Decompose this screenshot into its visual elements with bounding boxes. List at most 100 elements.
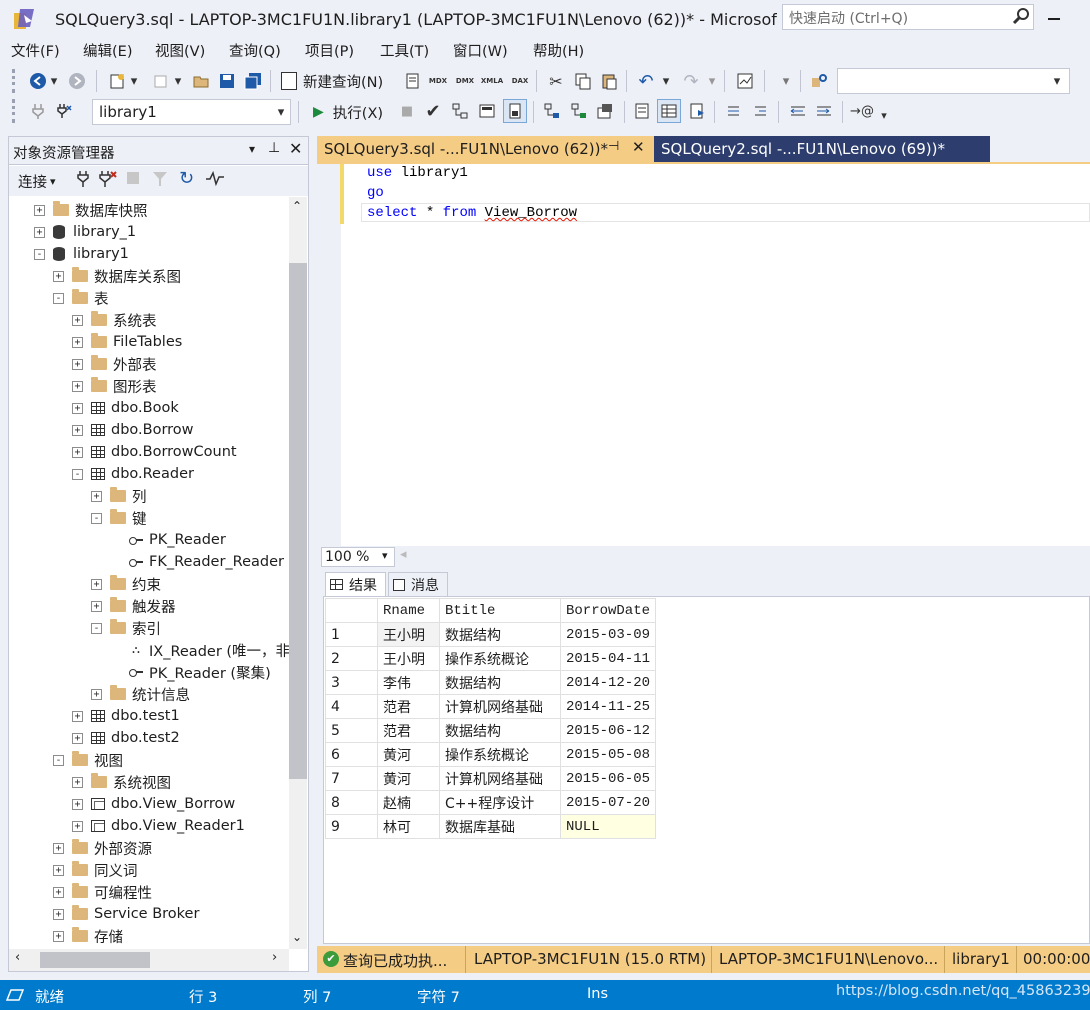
connect-icon[interactable] bbox=[27, 100, 49, 122]
row-number-cell[interactable]: 6 bbox=[325, 742, 378, 767]
results-to-text-icon[interactable] bbox=[631, 100, 653, 122]
tree-node[interactable]: -表 bbox=[53, 287, 109, 309]
menu-edit[interactable]: 编辑(E) bbox=[83, 40, 132, 61]
tree-node[interactable]: + dbo.test2 bbox=[72, 727, 180, 749]
tree-node[interactable]: + 外部表 bbox=[72, 353, 157, 375]
grid-cell[interactable]: 计算机网络基础 bbox=[439, 766, 561, 791]
tree-node[interactable]: PK_Reader bbox=[110, 529, 226, 551]
copy-icon[interactable] bbox=[572, 70, 594, 92]
collapse-icon[interactable]: - bbox=[91, 622, 102, 634]
tree-node[interactable]: + 数据库关系图 bbox=[53, 265, 181, 287]
dax-query-icon[interactable]: DAX bbox=[509, 70, 531, 92]
tree-node[interactable]: FK_Reader_Reader bbox=[110, 551, 284, 573]
tree-node[interactable]: + 存储 bbox=[53, 925, 123, 947]
row-number-cell[interactable]: 7 bbox=[325, 766, 378, 791]
scroll-down-icon[interactable]: ⌄ bbox=[292, 930, 302, 944]
back-icon[interactable] bbox=[27, 70, 49, 92]
cut-icon[interactable]: ✂ bbox=[545, 70, 567, 92]
grid-cell[interactable]: 数据结构 bbox=[439, 670, 561, 695]
grid-cell[interactable]: 2015-04-11 bbox=[559, 646, 657, 671]
grid-cell[interactable]: 2015-06-12 bbox=[559, 718, 657, 743]
zoom-select[interactable]: 100 % ▾ bbox=[321, 547, 395, 567]
tree-node[interactable]: + 系统视图 bbox=[72, 771, 171, 793]
scroll-right-icon[interactable]: › bbox=[272, 950, 277, 965]
query-options-icon[interactable] bbox=[476, 100, 498, 122]
pin-icon[interactable]: ⊥ bbox=[268, 140, 280, 156]
tree-node[interactable]: + dbo.Book bbox=[72, 397, 179, 419]
new-project-dropdown-icon[interactable]: ▾ bbox=[128, 70, 140, 92]
redo-dropdown-icon[interactable]: ▾ bbox=[706, 70, 718, 92]
xmla-query-icon[interactable]: XMLA bbox=[481, 70, 503, 92]
tree-node[interactable]: -键 bbox=[91, 507, 147, 529]
scroll-left-icon[interactable]: ◂ bbox=[400, 547, 407, 562]
expand-icon[interactable]: + bbox=[34, 204, 45, 216]
tree-node[interactable]: + 触发器 bbox=[91, 595, 176, 617]
toolbar-grip[interactable] bbox=[12, 99, 16, 123]
forward-icon[interactable] bbox=[66, 70, 88, 92]
include-actual-plan-icon[interactable] bbox=[541, 100, 563, 122]
activity-monitor-small-icon[interactable] bbox=[205, 169, 225, 191]
collapse-icon[interactable]: - bbox=[72, 468, 83, 480]
find-combo[interactable] bbox=[837, 68, 1070, 94]
tree-node[interactable]: + 统计信息 bbox=[91, 683, 190, 705]
row-number-cell[interactable]: 4 bbox=[325, 694, 378, 719]
new-project-icon[interactable] bbox=[106, 70, 128, 92]
expand-icon[interactable]: + bbox=[72, 732, 83, 744]
grid-cell[interactable]: 李伟 bbox=[377, 670, 440, 695]
expand-icon[interactable]: + bbox=[53, 864, 64, 876]
code-line-2[interactable]: go bbox=[367, 185, 384, 201]
grid-cell[interactable]: 林可 bbox=[377, 814, 440, 839]
grid-cell[interactable]: 2015-06-05 bbox=[559, 766, 657, 791]
grid-cell[interactable]: 黄河 bbox=[377, 742, 440, 767]
expand-icon[interactable]: + bbox=[72, 820, 83, 832]
grid-cell[interactable]: 王小明 bbox=[377, 622, 440, 647]
parse-icon[interactable]: ✔ bbox=[422, 100, 444, 122]
grid-cell[interactable]: 操作系统概论 bbox=[439, 646, 561, 671]
scroll-up-icon[interactable]: ⌃ bbox=[292, 199, 302, 213]
new-query-button[interactable]: 新建查询(N) bbox=[281, 70, 383, 92]
specify-template-values-icon[interactable]: →@ bbox=[850, 100, 874, 122]
menu-file[interactable]: 文件(F) bbox=[11, 40, 60, 61]
expand-icon[interactable]: + bbox=[72, 380, 83, 392]
menu-view[interactable]: 视图(V) bbox=[155, 40, 205, 61]
tree-node[interactable]: + 约束 bbox=[91, 573, 161, 595]
menu-tools[interactable]: 工具(T) bbox=[380, 40, 429, 61]
expand-icon[interactable]: + bbox=[91, 490, 102, 502]
expand-icon[interactable]: + bbox=[72, 402, 83, 414]
grid-cell[interactable]: 2014-12-20 bbox=[559, 670, 657, 695]
grid-cell[interactable]: 2015-07-20 bbox=[559, 790, 657, 815]
results-grid[interactable]: Rname Btitle BorrowDate 1 王小明 数据结构 2015-03-… bbox=[325, 598, 657, 839]
cancel-query-icon[interactable]: ■ bbox=[396, 100, 418, 122]
grid-cell[interactable]: 数据结构 bbox=[439, 622, 561, 647]
toolbar-overflow-icon[interactable]: ▾ bbox=[877, 104, 891, 126]
redo-icon[interactable]: ↷ bbox=[680, 70, 702, 92]
expand-icon[interactable]: + bbox=[72, 798, 83, 810]
display-estimated-plan-icon[interactable] bbox=[449, 100, 471, 122]
expand-icon[interactable]: + bbox=[53, 270, 64, 282]
tree-node[interactable]: + 同义词 bbox=[53, 859, 138, 881]
tree-node[interactable]: + 外部资源 bbox=[53, 837, 152, 859]
scroll-left-icon[interactable]: ‹ bbox=[15, 950, 20, 965]
comment-out-icon[interactable] bbox=[722, 100, 744, 122]
activity-monitor-icon[interactable] bbox=[734, 70, 756, 92]
table-row[interactable]: 7 黄河 计算机网络基础 2015-06-05 bbox=[325, 766, 657, 791]
row-number-cell[interactable]: 2 bbox=[325, 646, 378, 671]
expand-icon[interactable]: + bbox=[72, 336, 83, 348]
tree-node[interactable]: + dbo.View_Borrow bbox=[72, 793, 235, 815]
row-number-cell[interactable]: 8 bbox=[325, 790, 378, 815]
expand-icon[interactable]: + bbox=[34, 226, 45, 238]
grid-cell[interactable]: 王小明 bbox=[377, 646, 440, 671]
grid-cell[interactable]: 计算机网络基础 bbox=[439, 694, 561, 719]
table-row[interactable]: 2 王小明 操作系统概论 2015-04-11 bbox=[325, 646, 657, 671]
tree-node[interactable]: + dbo.BorrowCount bbox=[72, 441, 237, 463]
output-window-icon[interactable] bbox=[5, 987, 25, 1001]
tab-messages[interactable]: 消息 bbox=[388, 572, 448, 596]
database-engine-query-icon[interactable] bbox=[401, 70, 423, 92]
row-number-cell[interactable]: 3 bbox=[325, 670, 378, 695]
paste-icon[interactable] bbox=[598, 70, 620, 92]
tree-node[interactable]: + library_1 bbox=[34, 221, 136, 243]
expand-icon[interactable]: + bbox=[91, 600, 102, 612]
tree-scroll-thumb[interactable] bbox=[289, 263, 307, 779]
column-header[interactable]: Btitle bbox=[439, 598, 561, 623]
results-to-grid-icon[interactable] bbox=[657, 99, 681, 123]
